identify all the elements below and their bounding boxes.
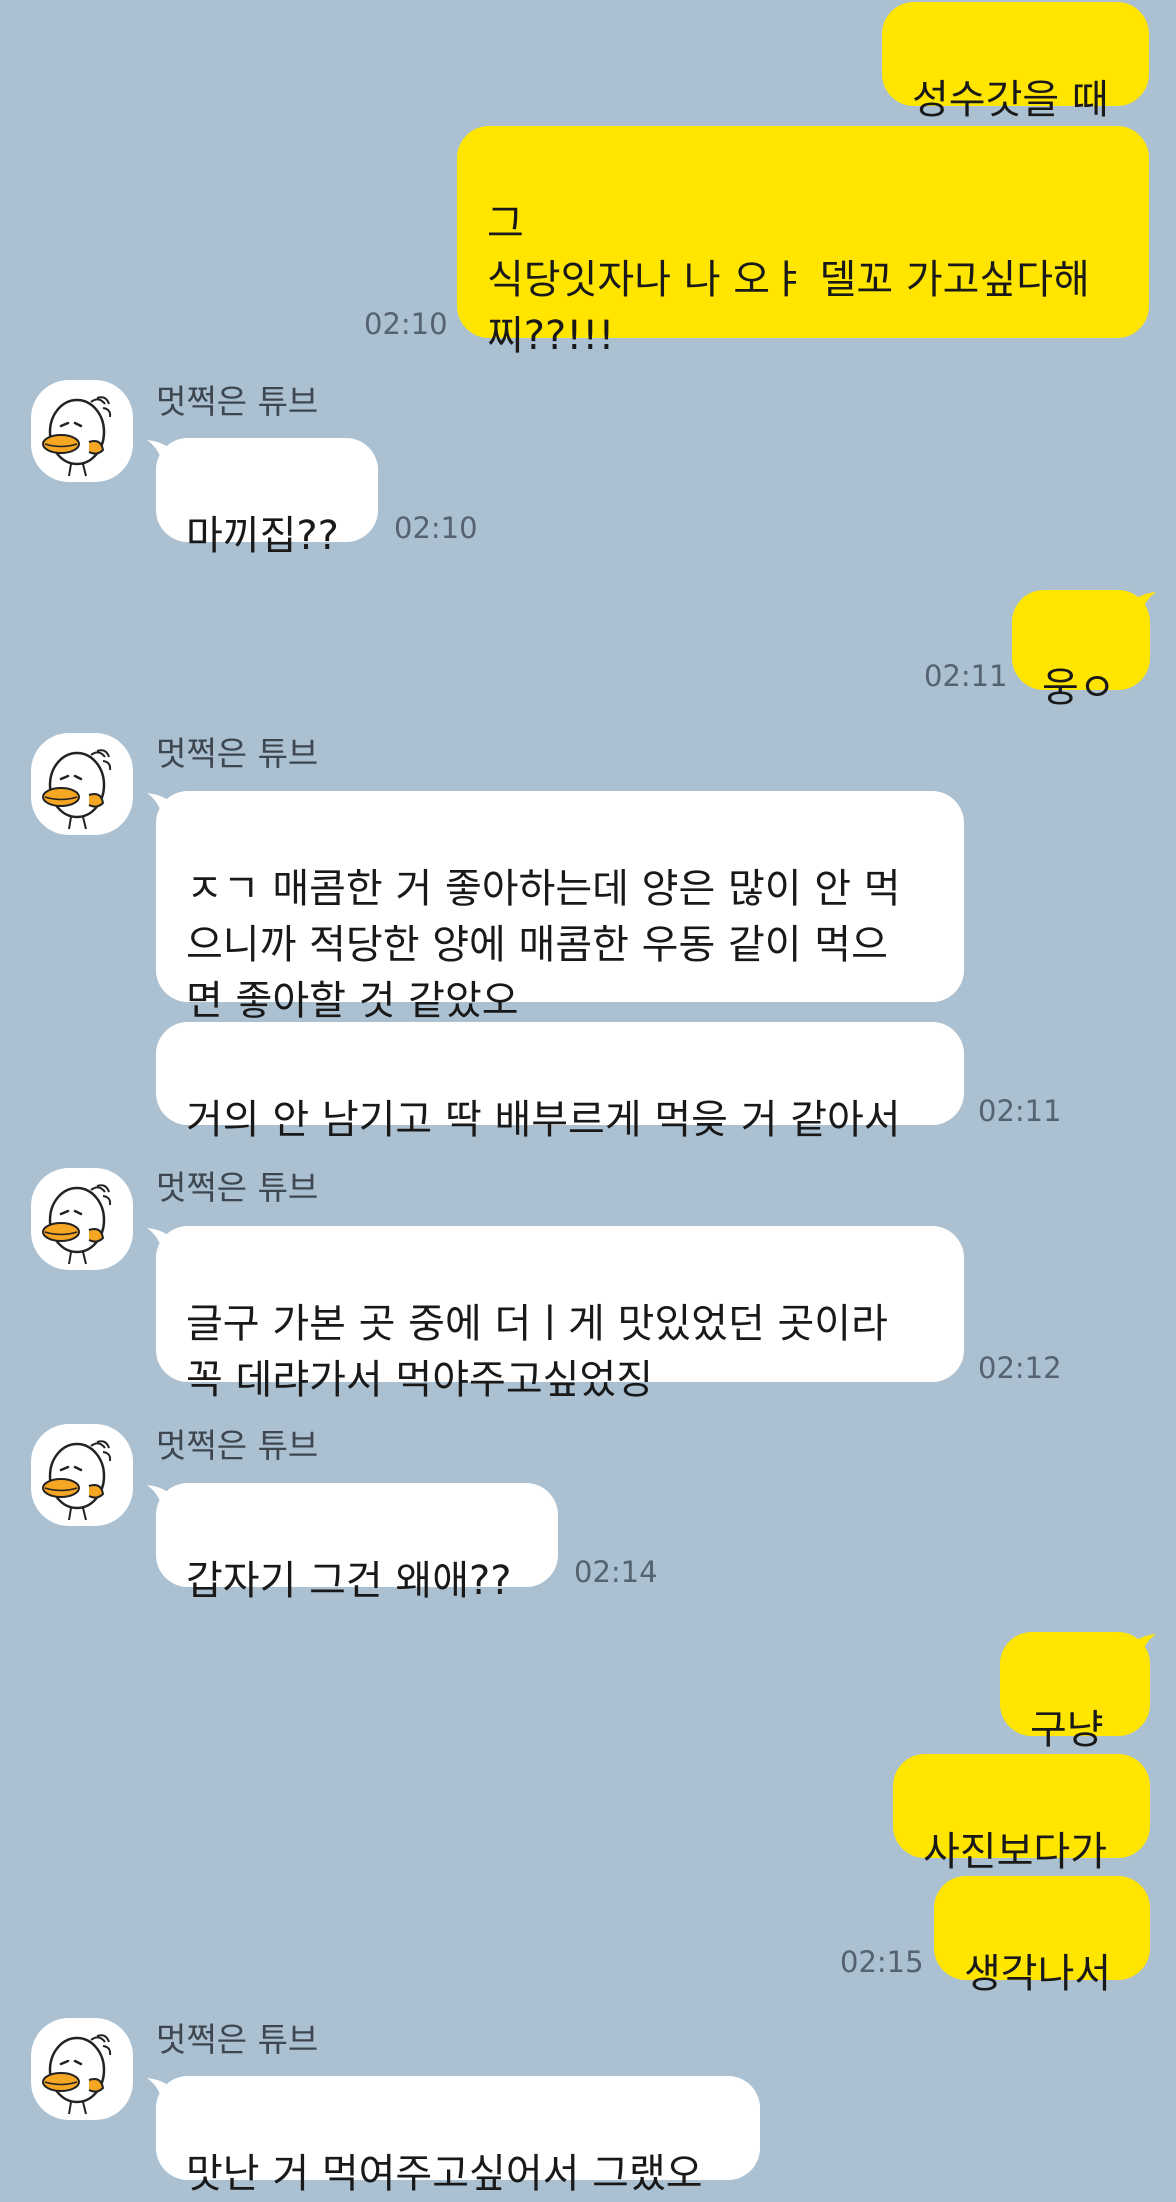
message-text: 마끼집?? bbox=[186, 513, 339, 559]
sender-name: 멋쩍은 튜브 bbox=[156, 1168, 319, 1207]
tube-duck-character-icon bbox=[42, 2034, 112, 2115]
my-message-bubble[interactable]: 성수갓을 때 bbox=[882, 2, 1149, 123]
tube-duck-character-icon bbox=[42, 1184, 112, 1265]
contact-avatar[interactable] bbox=[31, 1424, 133, 1526]
their-message-bubble[interactable]: 마끼집?? bbox=[156, 438, 378, 559]
their-message-bubble[interactable]: 맛난 거 먹여주고싶어서 그랬오 bbox=[156, 2076, 760, 2197]
their-message-bubble[interactable]: 거의 안 남기고 딱 배부르게 먹읒 거 같아서 bbox=[156, 1022, 964, 1143]
message-text: 웅ㅇ bbox=[1042, 665, 1116, 711]
their-message-bubble[interactable]: 글구 가본 곳 중에 더ㅣ게 맛있었던 곳이라 꼭 데랴가서 먹야주고싶었징 bbox=[156, 1226, 964, 1403]
tube-duck-character-icon bbox=[42, 1440, 112, 1521]
my-message-bubble[interactable]: 사진보다가 bbox=[893, 1754, 1150, 1875]
message-text: ㅈㄱ 매콤한 거 좋아하는데 양은 많이 안 먹 으니까 적당한 양에 매콤한 … bbox=[186, 866, 901, 1024]
my-message-bubble[interactable]: 그 식당잇자나 나 오ㅑ 델꼬 가고싶다해 찌??!!! bbox=[457, 126, 1149, 359]
message-timestamp: 02:10 bbox=[364, 307, 448, 341]
my-message-bubble[interactable]: 웅ㅇ bbox=[1012, 590, 1150, 711]
message-text: 성수갓을 때 bbox=[912, 77, 1109, 123]
message-text: 구냥 bbox=[1030, 1707, 1104, 1753]
tube-duck-character-icon bbox=[42, 749, 112, 830]
message-text: 그 식당잇자나 나 오ㅑ 델꼬 가고싶다해 찌??!!! bbox=[487, 201, 1090, 359]
contact-avatar[interactable] bbox=[31, 733, 133, 835]
message-timestamp: 02:11 bbox=[978, 1094, 1062, 1128]
message-text: 생각나서 bbox=[964, 1951, 1112, 1997]
message-text: 사진보다가 bbox=[923, 1829, 1107, 1875]
message-text: 갑자기 그건 왜애?? bbox=[186, 1558, 512, 1604]
my-message-bubble[interactable]: 구냥 bbox=[1000, 1632, 1150, 1753]
message-timestamp: 02:11 bbox=[924, 659, 1008, 693]
tube-duck-character-icon bbox=[42, 396, 112, 477]
message-text: 맛난 거 먹여주고싶어서 그랬오 bbox=[186, 2151, 703, 2197]
my-message-bubble[interactable]: 생각나서 bbox=[934, 1876, 1150, 1997]
message-timestamp: 02:10 bbox=[394, 511, 478, 545]
their-message-bubble[interactable]: ㅈㄱ 매콤한 거 좋아하는데 양은 많이 안 먹 으니까 적당한 양에 매콤한 … bbox=[156, 791, 964, 1024]
sender-name: 멋쩍은 튜브 bbox=[156, 734, 319, 773]
message-text: 거의 안 남기고 딱 배부르게 먹읒 거 같아서 bbox=[186, 1097, 901, 1143]
message-timestamp: 02:14 bbox=[574, 1555, 658, 1589]
message-text: 글구 가본 곳 중에 더ㅣ게 맛있었던 곳이라 꼭 데랴가서 먹야주고싶었징 bbox=[186, 1301, 888, 1403]
sender-name: 멋쩍은 튜브 bbox=[156, 2020, 319, 2059]
their-message-bubble[interactable]: 갑자기 그건 왜애?? bbox=[156, 1483, 558, 1604]
contact-avatar[interactable] bbox=[31, 1168, 133, 1270]
message-timestamp: 02:12 bbox=[978, 1351, 1062, 1385]
contact-avatar[interactable] bbox=[31, 380, 133, 482]
contact-avatar[interactable] bbox=[31, 2018, 133, 2120]
sender-name: 멋쩍은 튜브 bbox=[156, 1426, 319, 1465]
sender-name: 멋쩍은 튜브 bbox=[156, 382, 319, 421]
message-timestamp: 02:15 bbox=[840, 1945, 924, 1979]
